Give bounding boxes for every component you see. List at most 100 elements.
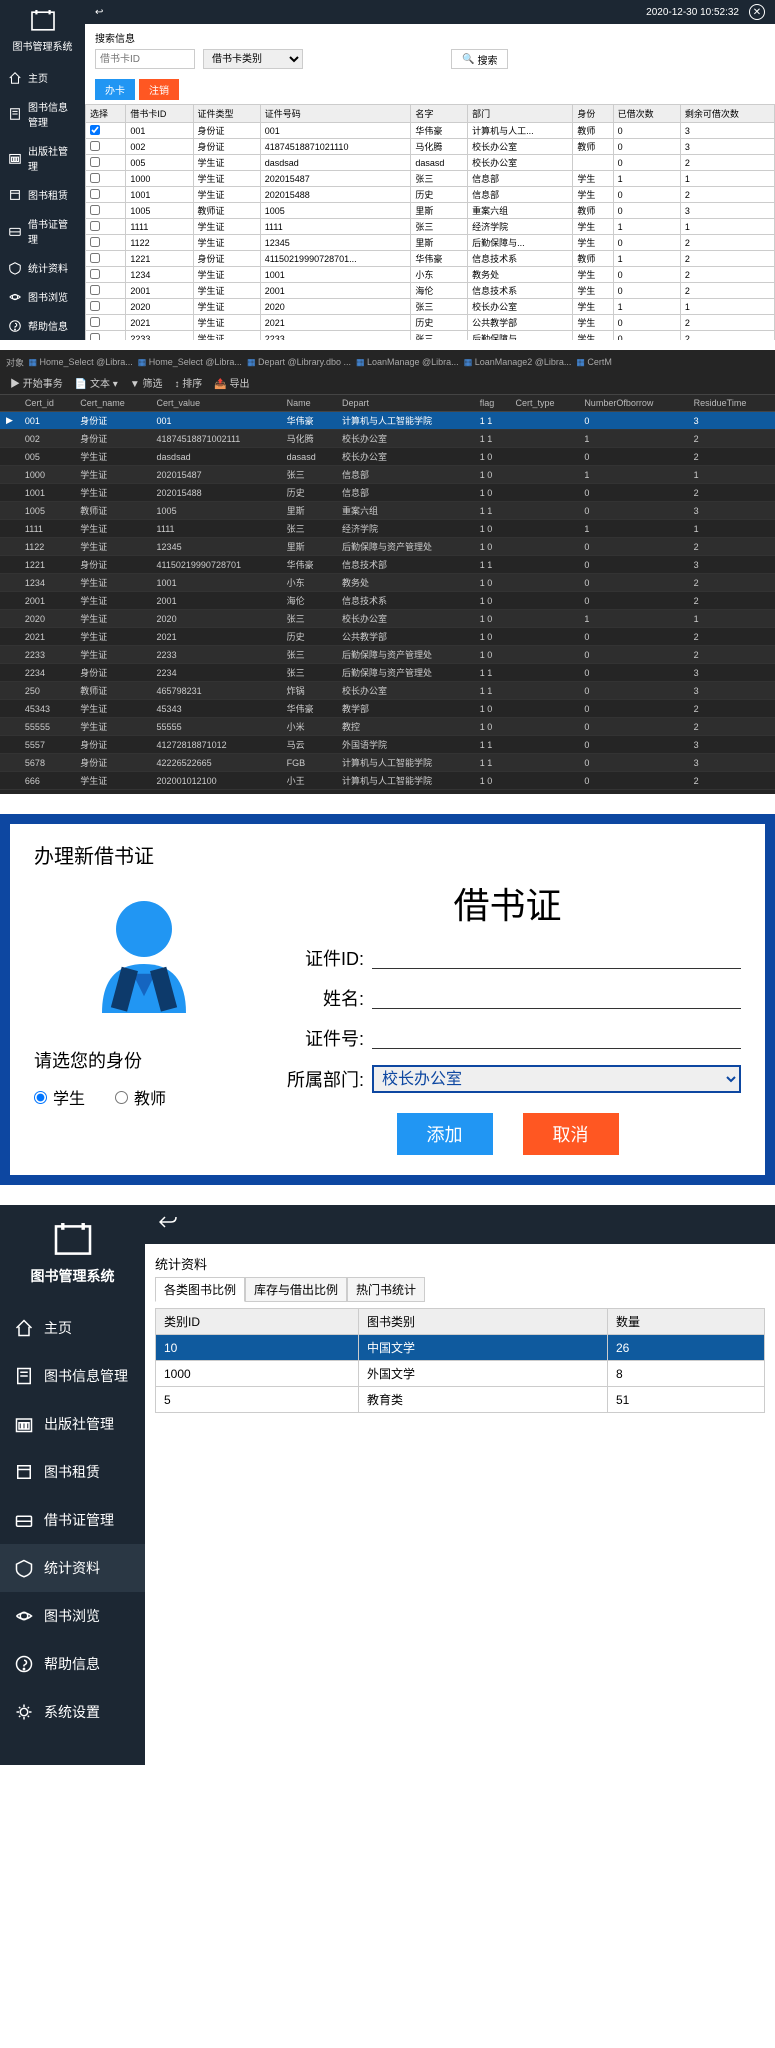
row-checkbox[interactable] — [90, 269, 100, 279]
col-header: flag — [474, 395, 510, 412]
toolbar-item[interactable]: ▶ 开始事务 — [10, 375, 63, 390]
table-row[interactable]: 1234学生证1001小东教务处1 002 — [0, 574, 775, 592]
certno-field[interactable] — [372, 1027, 741, 1049]
table-row[interactable]: 666学生证202001012100小王计算机与人工智能学院1 002 — [0, 772, 775, 790]
row-checkbox[interactable] — [90, 301, 100, 311]
table-row[interactable]: 2021学生证2021历史公共教学部学生02 — [86, 315, 775, 331]
table-row[interactable]: 2234身份证2234张三后勤保障与资产管理处1 103 — [0, 664, 775, 682]
row-checkbox[interactable] — [90, 157, 100, 167]
radio-student[interactable]: 学生 — [34, 1085, 85, 1109]
table-row[interactable]: 250教师证465798231炸锅校长办公室1 103 — [0, 682, 775, 700]
nav-item-3[interactable]: 图书租赁 — [0, 1448, 145, 1496]
table-row[interactable]: 2001学生证2001海伦信息技术系1 002 — [0, 592, 775, 610]
main-panel: 统计资料 各类图书比例库存与借出比例热门书统计 类别ID图书类别数量 10中国文… — [145, 1205, 775, 1765]
table-row[interactable]: 1005教师证1005里斯重案六组1 103 — [0, 502, 775, 520]
table-row[interactable]: 10中国文学26 — [156, 1335, 765, 1361]
table-row[interactable]: 2001学生证2001海伦信息技术系学生02 — [86, 283, 775, 299]
table-row[interactable]: 2020学生证2020张三校长办公室学生11 — [86, 299, 775, 315]
nav-item-6[interactable]: 图书浏览 — [0, 282, 85, 311]
nav-item-0[interactable]: 主页 — [0, 1304, 145, 1352]
tab[interactable]: 库存与借出比例 — [245, 1277, 347, 1302]
back-icon[interactable]: ↩ — [95, 7, 103, 18]
tabs-label: 对象 — [6, 356, 24, 369]
table-row[interactable]: 1122学生证12345里斯后勤保障与资产管理处1 002 — [0, 538, 775, 556]
table-row[interactable]: 2233学生证2233张三后勤保障与...学生02 — [86, 331, 775, 341]
toolbar-item[interactable]: ▼ 筛选 — [130, 375, 163, 390]
radio-teacher[interactable]: 教师 — [115, 1085, 166, 1109]
dept-select[interactable]: 校长办公室 — [372, 1065, 741, 1093]
nav-item-7[interactable]: 帮助信息 — [0, 1640, 145, 1688]
table-row[interactable]: 005学生证dasdsaddasasd校长办公室02 — [86, 155, 775, 171]
table-row[interactable]: 001身份证001华伟豪计算机与人工...教师03 — [86, 123, 775, 139]
row-checkbox[interactable] — [90, 317, 100, 327]
nav-item-4[interactable]: 借书证管理 — [0, 209, 85, 253]
nav-item-2[interactable]: 出版社管理 — [0, 1400, 145, 1448]
table-row[interactable]: 1000学生证202015487张三信息部1 011 — [0, 466, 775, 484]
nav-item-8[interactable]: 系统设置 — [0, 1688, 145, 1736]
nav-item-4[interactable]: 借书证管理 — [0, 1496, 145, 1544]
nav-item-0[interactable]: 主页 — [0, 63, 85, 92]
toolbar-item[interactable]: ↕ 排序 — [175, 375, 203, 390]
close-icon[interactable]: ✕ — [749, 4, 765, 20]
row-checkbox[interactable] — [90, 333, 100, 341]
table-row[interactable]: 1221身份证41150219990728701华伟豪信息技术部1 103 — [0, 556, 775, 574]
table-row[interactable]: 2020学生证2020张三校长办公室1 011 — [0, 610, 775, 628]
dialog-title: 办理新借书证 — [34, 840, 741, 869]
sidebar: 图书管理系统 主页图书信息管理出版社管理图书租赁借书证管理统计资料图书浏览帮助信… — [0, 1205, 145, 1765]
table-row[interactable]: 5教育类51 — [156, 1387, 765, 1413]
table-row[interactable]: 1001学生证202015488历史信息部1 002 — [0, 484, 775, 502]
row-checkbox[interactable] — [90, 173, 100, 183]
nav-item-3[interactable]: 图书租赁 — [0, 180, 85, 209]
table-row[interactable]: 1000外国文学8 — [156, 1361, 765, 1387]
row-checkbox[interactable] — [90, 285, 100, 295]
table-row[interactable]: 1001学生证202015488历史信息部学生02 — [86, 187, 775, 203]
table-row[interactable]: 5557身份证41272818871012马云外国语学院1 103 — [0, 736, 775, 754]
table-row[interactable]: 2233学生证2233张三后勤保障与资产管理处1 002 — [0, 646, 775, 664]
toolbar-item[interactable]: 📤 导出 — [214, 375, 249, 390]
name-field[interactable] — [372, 987, 741, 1009]
nav-item-1[interactable]: 图书信息管理 — [0, 92, 85, 136]
table-row[interactable]: 002身份证41874518871002111马化腾校长办公室1 112 — [0, 430, 775, 448]
table-row[interactable]: 1122学生证12345里斯后勤保障与...学生02 — [86, 235, 775, 251]
toolbar-item[interactable]: 📄 文本 ▾ — [75, 375, 118, 390]
row-checkbox[interactable] — [90, 125, 100, 135]
table-row[interactable]: 1111学生证1111张三经济学院1 011 — [0, 520, 775, 538]
nav-item-7[interactable]: 帮助信息 — [0, 311, 85, 340]
row-checkbox[interactable] — [90, 237, 100, 247]
id-field[interactable] — [372, 947, 741, 969]
table-row[interactable]: ▶001身份证001华伟豪计算机与人工智能学院1 103 — [0, 412, 775, 430]
table-row[interactable]: 5678身份证42226522665FGB计算机与人工智能学院1 103 — [0, 754, 775, 772]
table-row[interactable]: 55555学生证55555小米教控1 002 — [0, 718, 775, 736]
table-row[interactable]: 45343学生证45343华伟豪教学部1 002 — [0, 700, 775, 718]
nav-item-2[interactable]: 出版社管理 — [0, 136, 85, 180]
cancel-card-button[interactable]: 注销 — [139, 79, 179, 100]
row-checkbox[interactable] — [90, 253, 100, 263]
row-checkbox[interactable] — [90, 141, 100, 151]
add-button[interactable]: 添加 — [397, 1113, 493, 1155]
row-checkbox[interactable] — [90, 205, 100, 215]
table-row[interactable]: 1000学生证202015487张三信息部学生11 — [86, 171, 775, 187]
table-row[interactable]: 1221身份证41150219990728701...华伟豪信息技术系教师12 — [86, 251, 775, 267]
back-icon[interactable] — [159, 1216, 177, 1233]
tab[interactable]: 各类图书比例 — [155, 1277, 245, 1302]
nav-item-6[interactable]: 图书浏览 — [0, 1592, 145, 1640]
cancel-button[interactable]: 取消 — [523, 1113, 619, 1155]
table-row[interactable]: 005学生证dasdsaddasasd校长办公室1 002 — [0, 448, 775, 466]
search-type-select[interactable]: 借书卡类别 — [203, 49, 303, 69]
table-row[interactable]: 1005教师证1005里斯重案六组教师03 — [86, 203, 775, 219]
label-dept: 所属部门: — [274, 1066, 364, 1092]
table-row[interactable]: 1111学生证1111张三经济学院学生11 — [86, 219, 775, 235]
nav-item-5[interactable]: 统计资料 — [0, 1544, 145, 1592]
table-row[interactable]: 1234学生证1001小东教务处学生02 — [86, 267, 775, 283]
tab[interactable]: 热门书统计 — [347, 1277, 425, 1302]
row-checkbox[interactable] — [90, 189, 100, 199]
search-button[interactable]: 🔍搜索 — [451, 49, 508, 69]
table-row[interactable]: 2021学生证2021历史公共教学部1 002 — [0, 628, 775, 646]
nav-item-1[interactable]: 图书信息管理 — [0, 1352, 145, 1400]
search-input[interactable] — [95, 49, 195, 69]
row-checkbox[interactable] — [90, 221, 100, 231]
table-row[interactable]: 002身份证41874518871021110马化腾校长办公室教师03 — [86, 139, 775, 155]
nav-item-5[interactable]: 统计资料 — [0, 253, 85, 282]
new-card-button[interactable]: 办卡 — [95, 79, 135, 100]
search-panel: 搜索信息 借书卡类别 🔍搜索 — [85, 24, 775, 75]
